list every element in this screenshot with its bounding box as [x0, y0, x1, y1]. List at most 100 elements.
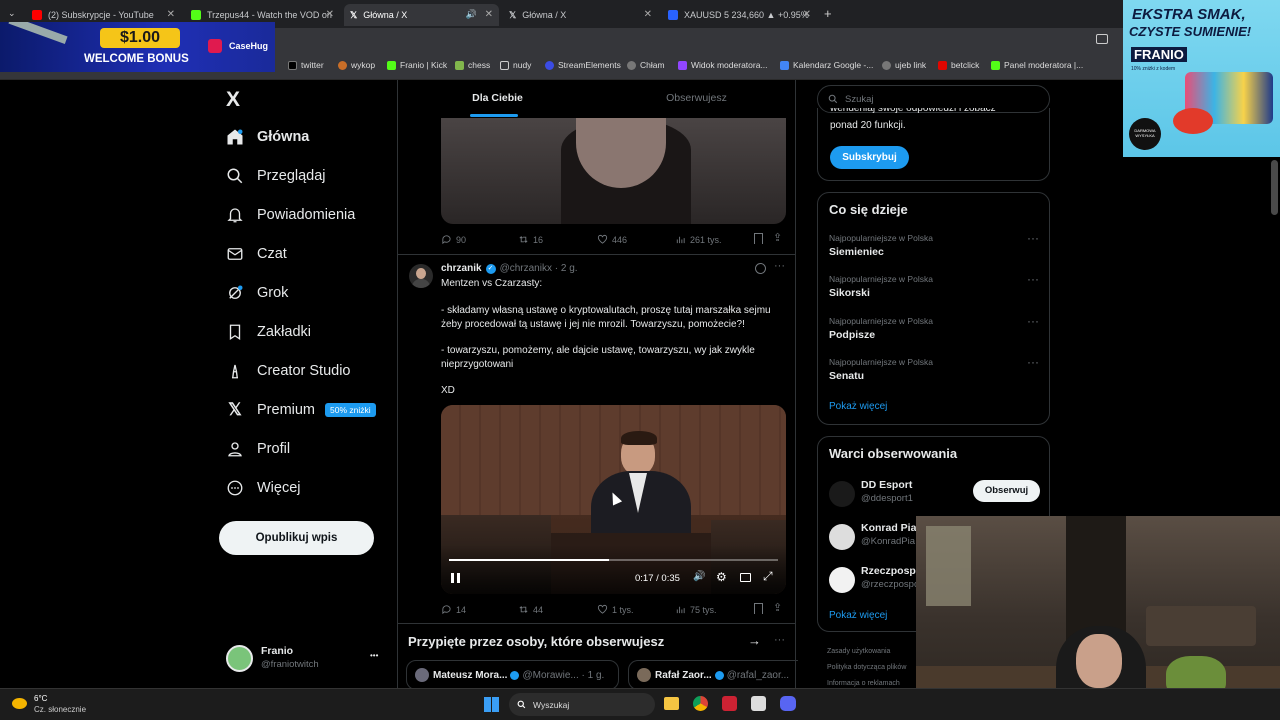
app-icon[interactable]	[751, 696, 766, 711]
weather-icon[interactable]	[12, 698, 27, 709]
close-icon[interactable]: ✕	[644, 9, 652, 20]
repost-button[interactable]: 16	[518, 234, 543, 245]
show-more-link[interactable]: Pokaż więcej	[829, 401, 887, 412]
show-more-link[interactable]: Pokaż więcej	[829, 610, 887, 621]
reply-button[interactable]: 90	[441, 234, 466, 245]
bookmark-streamelements[interactable]: StreamElements	[545, 60, 621, 70]
page-scrollbar[interactable]	[1271, 160, 1278, 215]
bookmark-folder-nudy[interactable]: nudy	[500, 60, 531, 70]
arrow-right-icon[interactable]: →	[748, 633, 761, 648]
grok-explain-icon[interactable]	[755, 263, 766, 274]
fullscreen-icon[interactable]: ⤢	[763, 569, 773, 584]
bookmark-moderator-panel[interactable]: Panel moderatora |...	[991, 60, 1083, 70]
footer-link[interactable]: Zasady użytkowania	[827, 648, 890, 655]
discord-icon[interactable]	[780, 696, 796, 711]
footer-link[interactable]: Informacja o reklamach	[827, 680, 900, 687]
nav-item-bookmarks[interactable]: Zakładki	[226, 323, 311, 341]
more-dots-icon[interactable]: ···	[1027, 355, 1039, 369]
nav-item-explore[interactable]: Przeglądaj	[226, 167, 326, 185]
settings-gear-icon[interactable]: ⚙	[716, 570, 727, 584]
nav-item-profile[interactable]: Profil	[226, 440, 290, 458]
pinned-author-handle: @Morawie... · 1 g.	[522, 669, 605, 681]
volume-icon[interactable]: 🔊	[693, 571, 705, 582]
trend-item[interactable]: Najpopularniejsze w Polska Senatu ···	[829, 355, 1039, 382]
bookmark-ujeb-link[interactable]: ujeb link	[882, 60, 926, 70]
who-to-follow-title: Warci obserwowania	[829, 446, 958, 461]
bookmark-icon[interactable]	[754, 233, 763, 244]
speaker-icon[interactable]: 🔊	[466, 9, 477, 20]
trend-item[interactable]: Najpopularniejsze w Polska Sikorski ···	[829, 272, 1039, 299]
share-icon[interactable]: ⇪	[773, 601, 782, 614]
bookmark-google-calendar[interactable]: Kalendarz Google -...	[780, 60, 873, 70]
close-icon[interactable]: ✕	[326, 9, 334, 20]
creator-icon	[226, 362, 244, 380]
previous-tweet-media[interactable]	[441, 118, 786, 224]
pinned-more-icon[interactable]: ···	[774, 634, 785, 646]
chrome-icon[interactable]	[693, 696, 708, 711]
tweet-author-name[interactable]: chrzanik	[441, 263, 482, 274]
tweet-avatar[interactable]	[409, 264, 433, 288]
nav-item-premium[interactable]: 𝕏 Premium 50% zniżki	[226, 400, 376, 419]
bookmark-wykop[interactable]: wykop	[338, 60, 375, 70]
views-button[interactable]: 75 tys.	[675, 604, 717, 615]
video-progress-track[interactable]	[449, 559, 778, 561]
close-icon[interactable]: ✕	[167, 9, 175, 20]
globe-icon	[627, 60, 636, 70]
nav-item-more[interactable]: Więcej	[226, 479, 301, 497]
install-app-icon[interactable]	[1096, 34, 1108, 44]
file-explorer-icon[interactable]	[664, 697, 679, 710]
tab-search-chevron-icon[interactable]: ⌄	[8, 8, 16, 19]
tab-x-home[interactable]: 𝕏 Główna / X ✕	[503, 4, 658, 26]
pause-icon[interactable]	[451, 573, 460, 583]
tab-for-you[interactable]: Dla Ciebie	[398, 80, 597, 118]
close-icon[interactable]: ✕	[485, 9, 493, 20]
tab-following[interactable]: Obserwujesz	[597, 80, 796, 118]
more-dots-icon[interactable]: ···	[1027, 231, 1039, 245]
taskbar-search[interactable]: Wyszukaj	[509, 693, 655, 716]
bookmark-chess[interactable]: chess	[455, 60, 490, 70]
nav-item-chat[interactable]: Czat	[226, 245, 287, 263]
bookmark-twitter[interactable]: twitter	[288, 60, 324, 70]
like-button[interactable]: 446	[597, 234, 627, 245]
repost-button[interactable]: 44	[518, 604, 543, 615]
tab-x-home-active[interactable]: 𝕏 Główna / X 🔊 ✕	[344, 4, 499, 26]
like-button[interactable]: 1 tys.	[597, 604, 634, 615]
trend-item[interactable]: Najpopularniejsze w Polska Siemieniec ···	[829, 231, 1039, 258]
start-windows-icon[interactable]	[484, 697, 499, 712]
nav-item-creator-studio[interactable]: Creator Studio	[226, 362, 351, 380]
nav-item-home[interactable]: Główna	[226, 128, 309, 146]
footer-link[interactable]: Polityka dotycząca plików	[827, 664, 906, 671]
subscribe-button[interactable]: Subskrybuj	[830, 146, 909, 169]
new-tab-button[interactable]: +	[824, 6, 832, 21]
share-icon[interactable]: ⇪	[773, 231, 782, 244]
reply-button[interactable]: 14	[441, 604, 466, 615]
bookmark-icon[interactable]	[754, 603, 763, 614]
bookmark-chlam[interactable]: Chłam	[627, 60, 665, 70]
bookmark-moderator-view[interactable]: Widok moderatora...	[678, 60, 768, 70]
tweet-author-handle[interactable]: @chrzanikx · 2 g.	[500, 263, 578, 274]
nav-item-grok[interactable]: Grok	[226, 284, 288, 302]
more-dots-icon[interactable]: ···	[1027, 272, 1039, 286]
pinned-card[interactable]: Rafał Zaor... @rafal_zaor...	[628, 660, 798, 690]
close-icon[interactable]: ✕	[803, 9, 811, 20]
bookmark-betclick[interactable]: betclick	[938, 60, 979, 70]
post-button[interactable]: Opublikuj wpis	[219, 521, 374, 555]
nav-item-notifications[interactable]: Powiadomienia	[226, 206, 355, 224]
bookmark-kick[interactable]: Franio | Kick	[387, 60, 447, 70]
follow-button[interactable]: Obserwuj	[973, 480, 1040, 502]
more-dots-icon[interactable]: •••	[370, 651, 378, 660]
tradingview-icon	[668, 10, 678, 20]
pinned-card[interactable]: Mateusz Mora... @Morawie... · 1 g.	[406, 660, 619, 690]
app-icon[interactable]	[722, 696, 737, 711]
trend-item[interactable]: Najpopularniejsze w Polska Podpisze ···	[829, 314, 1039, 341]
picture-in-picture-icon[interactable]	[740, 573, 751, 582]
betclick-icon	[938, 60, 947, 70]
views-button[interactable]: 261 tys.	[675, 234, 722, 245]
tweet-more-icon[interactable]: ···	[774, 260, 785, 272]
account-switcher[interactable]: Franio @franiotwitch •••	[226, 643, 386, 675]
tweet-text-line2: - składamy własną ustawę o kryptowalutac…	[441, 305, 771, 330]
follow-suggestion[interactable]: DD Esport @ddesport1 Obserwuj	[829, 477, 1044, 511]
more-dots-icon[interactable]: ···	[1027, 314, 1039, 328]
tab-xauusd[interactable]: XAUUSD 5 234,660 ▲ +0.95% ✕	[662, 4, 817, 26]
x-logo[interactable]: X	[226, 88, 240, 112]
